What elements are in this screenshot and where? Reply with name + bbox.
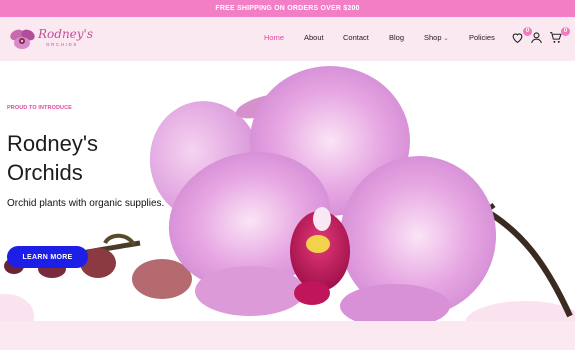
cart-button[interactable]: 0 <box>549 27 570 45</box>
learn-more-button[interactable]: LEARN MORE <box>7 246 88 268</box>
cart-icon <box>550 32 562 43</box>
promo-text: FREE SHIPPING ON ORDERS OVER $200 <box>215 5 360 12</box>
section-divider-strip <box>0 321 575 350</box>
nav-about[interactable]: About <box>304 33 324 42</box>
promo-bar: FREE SHIPPING ON ORDERS OVER $200 <box>0 0 575 17</box>
orchid-hero-image <box>0 66 575 321</box>
nav-shop[interactable]: Shop ⌄ <box>424 33 449 42</box>
heart-icon <box>512 33 523 44</box>
user-icon <box>531 32 542 44</box>
logo-tagline: ORCHIDS <box>46 42 78 47</box>
hero-eyebrow: PROUD TO INTRODUCE <box>7 105 72 111</box>
logo-wordmark: Rodney's <box>38 27 94 41</box>
hero-title: Rodney's Orchids <box>7 131 99 185</box>
site-logo[interactable]: Rodney's ORCHIDS <box>8 25 94 53</box>
nav-blog[interactable]: Blog <box>389 33 404 42</box>
chevron-down-icon: ⌄ <box>443 36 449 42</box>
hero-banner: PROUD TO INTRODUCE Rodney's Orchids Orch… <box>0 61 575 321</box>
nav-policies[interactable]: Policies <box>469 33 495 42</box>
site-header: Rodney's ORCHIDS Home About Contact Blog… <box>0 17 575 61</box>
nav-home[interactable]: Home <box>264 33 284 42</box>
cart-count-badge: 0 <box>561 27 570 36</box>
account-button[interactable] <box>530 31 544 45</box>
hero-subtitle: Orchid plants with organic supplies. <box>7 198 165 209</box>
nav-shop-label: Shop <box>424 33 442 42</box>
orchid-logo-icon <box>10 29 35 49</box>
wishlist-button[interactable]: 0 <box>511 27 532 45</box>
nav-contact[interactable]: Contact <box>343 33 369 42</box>
